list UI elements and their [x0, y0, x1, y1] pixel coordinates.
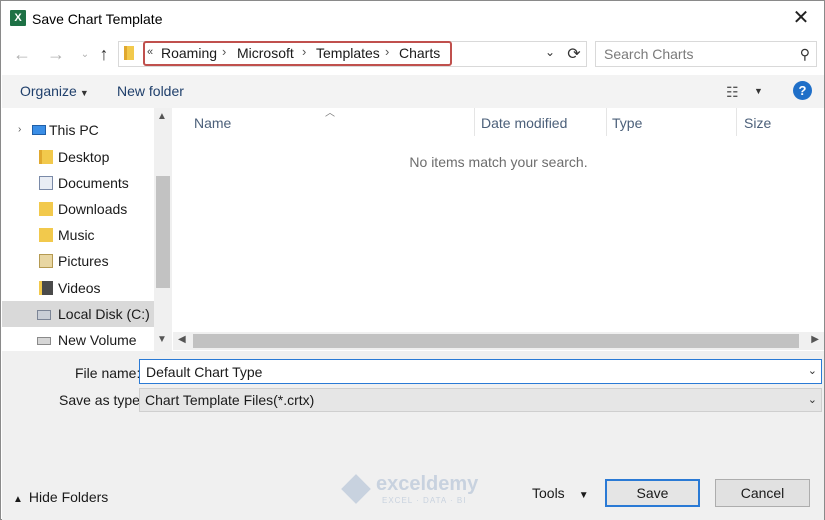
exceldemy-watermark-logo: exceldemy EXCEL · DATA · BI: [341, 473, 492, 507]
save-button[interactable]: Save: [605, 479, 700, 507]
nav-item-downloads[interactable]: Downloads: [2, 196, 154, 222]
documents-icon: [39, 176, 53, 190]
organize-label: Organize: [20, 83, 77, 99]
nav-item-label: Pictures: [58, 253, 109, 269]
breadcrumb-overflow-icon[interactable]: «: [147, 46, 153, 58]
pc-icon: [32, 125, 46, 135]
new-folder-button[interactable]: New folder: [117, 83, 184, 99]
breadcrumb-roaming[interactable]: Roaming: [161, 45, 217, 61]
excel-app-icon: X: [10, 10, 26, 26]
navigation-pane: › This PC Desktop Documents Downloads Mu…: [2, 108, 172, 351]
save-form-area: File name: ⌄ Save as type: Chart Templat…: [2, 351, 824, 520]
hide-folders-button[interactable]: ▲ Hide Folders: [13, 489, 108, 505]
nav-item-label: Downloads: [58, 201, 128, 217]
nav-item-music[interactable]: Music: [2, 222, 154, 248]
scroll-up-icon[interactable]: ▲: [157, 111, 167, 122]
breadcrumb-separator-icon[interactable]: ›: [302, 44, 306, 59]
help-button[interactable]: ?: [793, 81, 812, 100]
pictures-icon: [39, 254, 53, 268]
nav-item-pictures[interactable]: Pictures: [2, 248, 154, 274]
nav-pane-scrollbar[interactable]: ▲ ▼: [154, 108, 172, 351]
tools-label: Tools: [532, 485, 565, 501]
window-title: Save Chart Template: [32, 11, 163, 27]
title-bar: X Save Chart Template ✕: [1, 1, 824, 35]
scroll-down-icon[interactable]: ▼: [157, 334, 167, 345]
nav-item-label: Music: [58, 227, 95, 243]
downloads-icon: [39, 202, 53, 216]
column-header-name[interactable]: Name: [194, 115, 231, 131]
expand-chevron-icon[interactable]: ›: [18, 124, 21, 135]
nav-item-videos[interactable]: Videos: [2, 275, 154, 301]
file-name-combobox[interactable]: ⌄: [139, 359, 822, 384]
folder-icon: [124, 46, 134, 60]
column-divider[interactable]: [474, 108, 475, 136]
save-as-type-select[interactable]: Chart Template Files(*.crtx) ⌄: [139, 388, 822, 412]
organize-button[interactable]: Organize ▼: [20, 83, 89, 99]
breadcrumb-separator-icon[interactable]: ›: [222, 44, 226, 59]
nav-item-local-disk[interactable]: Local Disk (C:): [2, 301, 154, 327]
view-options-caret-icon[interactable]: ▼: [754, 86, 763, 96]
hide-folders-label: Hide Folders: [28, 489, 109, 505]
desktop-folder-icon: [39, 150, 53, 164]
tools-button[interactable]: Tools ▼: [532, 485, 589, 501]
back-arrow-icon[interactable]: ←: [12, 44, 32, 65]
nav-item-label: Desktop: [58, 149, 110, 165]
breadcrumb-separator-icon[interactable]: ›: [385, 44, 389, 59]
file-name-label: File name:: [75, 365, 141, 381]
nav-item-label: New Volume (E:): [58, 332, 137, 351]
videos-icon: [39, 281, 53, 295]
nav-item-documents[interactable]: Documents: [2, 170, 154, 196]
watermark-subtext: EXCEL · DATA · BI: [382, 496, 467, 505]
nav-item-this-pc[interactable]: › This PC: [2, 117, 154, 143]
caret-down-icon: ▼: [79, 88, 89, 98]
column-header-type[interactable]: Type: [612, 115, 642, 131]
column-header-date-modified[interactable]: Date modified: [481, 115, 567, 131]
recent-locations-chevron-icon[interactable]: ⌄: [75, 49, 95, 60]
nav-item-label: Videos: [58, 280, 101, 296]
view-options-icon[interactable]: ☷: [726, 84, 739, 101]
volume-icon: [37, 337, 51, 345]
file-list-horizontal-scrollbar[interactable]: ◀ ▶: [173, 332, 824, 350]
disk-icon: [37, 310, 51, 320]
music-icon: [39, 228, 53, 242]
sort-indicator-icon: ︿: [325, 108, 335, 119]
chevron-up-icon: ▲: [13, 494, 23, 505]
search-box[interactable]: ⚲: [595, 41, 817, 67]
file-name-input[interactable]: [140, 360, 780, 383]
column-divider[interactable]: [736, 108, 737, 136]
scroll-left-icon[interactable]: ◀: [178, 334, 186, 345]
address-dropdown-chevron-icon[interactable]: ⌄: [545, 45, 555, 59]
save-as-type-value: Chart Template Files(*.crtx): [145, 392, 315, 408]
chevron-down-icon[interactable]: ⌄: [808, 393, 817, 406]
nav-item-label: Local Disk (C:): [58, 306, 150, 322]
nav-item-desktop[interactable]: Desktop: [2, 144, 154, 170]
refresh-icon[interactable]: ⟳: [565, 44, 583, 64]
file-list: ︿ Name Date modified Type Size No items …: [173, 108, 824, 332]
watermark-text: exceldemy: [376, 473, 479, 495]
scroll-right-icon[interactable]: ▶: [811, 334, 819, 345]
search-icon[interactable]: ⚲: [800, 46, 810, 63]
caret-down-icon: ▼: [578, 490, 589, 501]
nav-item-label: This PC: [49, 122, 99, 138]
save-as-type-label: Save as type:: [59, 392, 144, 408]
search-input[interactable]: [596, 42, 786, 66]
scrollbar-thumb[interactable]: [156, 176, 170, 288]
close-button[interactable]: ✕: [778, 1, 824, 35]
scrollbar-thumb[interactable]: [193, 334, 799, 348]
empty-list-message: No items match your search.: [409, 154, 588, 170]
forward-arrow-icon[interactable]: →: [46, 44, 66, 65]
toolbar: Organize ▼ New folder ☷ ▼ ?: [2, 75, 824, 108]
nav-item-label: Documents: [58, 175, 129, 191]
breadcrumb-microsoft[interactable]: Microsoft: [237, 45, 294, 61]
column-header-size[interactable]: Size: [744, 115, 771, 131]
column-divider[interactable]: [606, 108, 607, 136]
cancel-button[interactable]: Cancel: [715, 479, 810, 507]
save-dialog: X Save Chart Template ✕ ← → ⌄ ↑ « Roamin…: [0, 0, 825, 520]
chevron-down-icon[interactable]: ⌄: [808, 364, 817, 377]
up-arrow-icon[interactable]: ↑: [94, 44, 114, 65]
exceldemy-logo-icon: [341, 474, 371, 504]
breadcrumb-templates[interactable]: Templates: [316, 45, 380, 61]
breadcrumb-charts[interactable]: Charts: [399, 45, 440, 61]
nav-item-new-volume[interactable]: New Volume (E:): [2, 327, 154, 351]
